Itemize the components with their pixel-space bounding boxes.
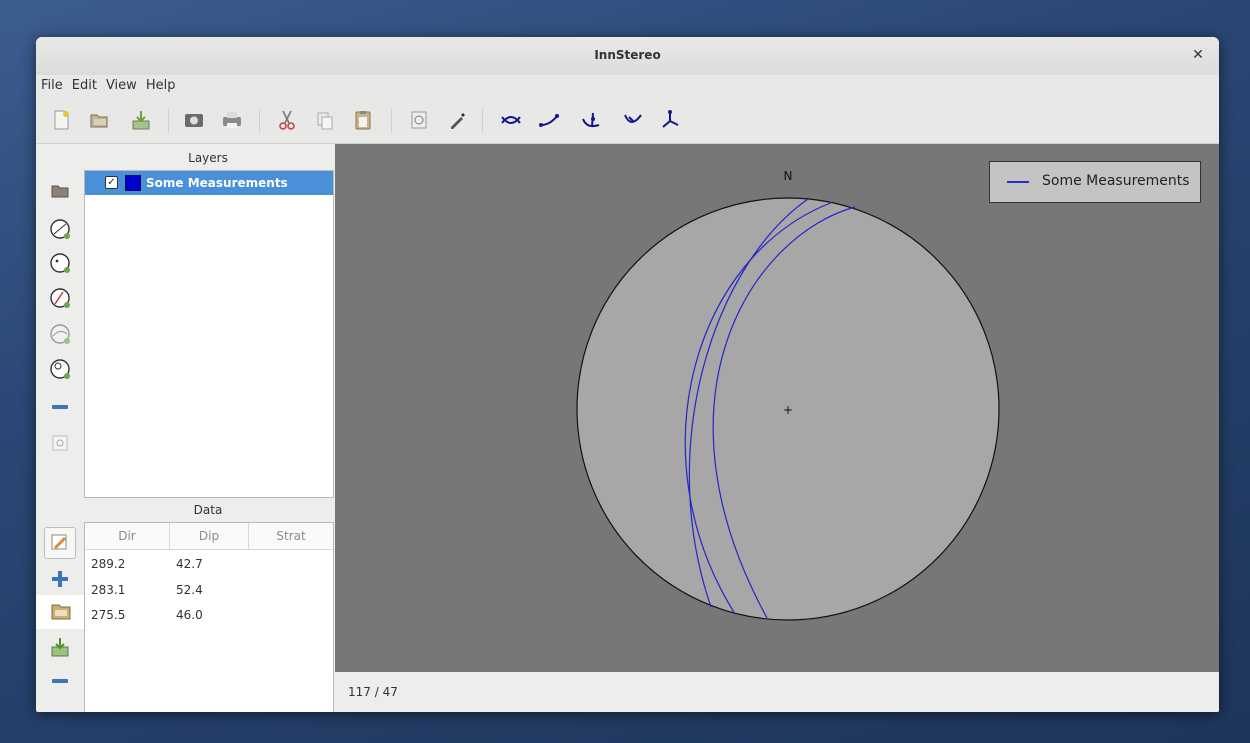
data-title: Data: [193, 503, 223, 517]
legend: Some Measurements: [989, 161, 1201, 203]
layers-list[interactable]: ✓ Some Measurements: [84, 170, 334, 498]
best-fit-line-icon: [539, 114, 559, 127]
mean-vector-button[interactable]: [579, 107, 605, 133]
layer-properties-button[interactable]: [406, 107, 432, 133]
add-eigenvector-layer-button[interactable]: [46, 320, 74, 348]
best-fit-plane-icon: [501, 116, 521, 124]
column-header-dip[interactable]: Dip: [170, 523, 249, 550]
paste-icon: [355, 111, 371, 130]
add-smallcircle-layer-button[interactable]: [46, 284, 74, 312]
rotate-icon: [624, 114, 642, 123]
add-eigenvector-layer-icon: [50, 324, 70, 344]
table-cell-dir[interactable]: 283.1: [91, 583, 125, 597]
paste-button[interactable]: [350, 107, 376, 133]
toolbar: [36, 99, 1219, 144]
new-file-button[interactable]: [48, 107, 74, 133]
status-bar: 117 / 47: [335, 672, 1219, 712]
toolbar-separator: [391, 109, 392, 133]
cut-icon: [279, 110, 295, 130]
cursor-coordinates: 117 / 47: [348, 685, 398, 699]
window-title: InnStereo: [594, 48, 661, 62]
add-faultplane-layer-icon: [50, 288, 70, 308]
copy-button[interactable]: [312, 107, 338, 133]
legend-label: Some Measurements: [1042, 173, 1190, 189]
import-icon: [132, 111, 150, 130]
add-row-button[interactable]: [46, 565, 74, 593]
import-icon: [51, 638, 69, 657]
column-header-strat[interactable]: Strat: [249, 523, 333, 550]
layer-properties-icon: [411, 111, 427, 129]
add-line-layer-button[interactable]: [46, 249, 74, 277]
open-folder-icon: [51, 604, 71, 620]
table-cell-dip[interactable]: 46.0: [176, 608, 203, 622]
layer-checkbox[interactable]: ✓: [105, 176, 118, 189]
add-circle-layer-icon: [50, 359, 70, 379]
add-plane-layer-icon: [50, 219, 70, 239]
open-folder-icon: [90, 114, 108, 128]
open-folder-button[interactable]: [86, 107, 112, 133]
add-plane-layer-button[interactable]: [46, 215, 74, 243]
menu-help[interactable]: Help: [141, 75, 180, 93]
minus-icon: [52, 679, 68, 683]
cluster-icon: [662, 110, 679, 128]
print-icon: [223, 112, 241, 128]
table-cell-dip[interactable]: 42.7: [176, 557, 203, 571]
stereonet-canvas[interactable]: N + Some Measurements: [335, 144, 1219, 672]
column-header-dir[interactable]: Dir: [85, 523, 170, 550]
close-button[interactable]: ✕: [1189, 46, 1207, 64]
toolbar-separator: [259, 109, 260, 133]
menu-edit[interactable]: Edit: [67, 75, 101, 93]
screenshot-icon: [185, 114, 203, 127]
layer-settings-button[interactable]: [46, 429, 74, 457]
plus-icon: [52, 571, 68, 587]
toolbar-separator: [168, 109, 169, 133]
remove-layer-button[interactable]: [46, 393, 74, 421]
import-button[interactable]: [128, 107, 154, 133]
screenshot-button[interactable]: [181, 107, 207, 133]
layers-title: Layers: [188, 151, 228, 165]
menu-file[interactable]: File: [36, 75, 67, 93]
app-window: InnStereo ✕ File Edit View Help Layers ✓…: [36, 37, 1219, 712]
cluster-button[interactable]: [658, 107, 684, 133]
north-label: N: [784, 169, 793, 183]
best-fit-plane-button[interactable]: [498, 107, 524, 133]
table-cell-dip[interactable]: 52.4: [176, 583, 203, 597]
cut-button[interactable]: [274, 107, 300, 133]
layer-item[interactable]: ✓ Some Measurements: [85, 171, 333, 195]
pencil-icon: [51, 534, 67, 550]
layer-name: Some Measurements: [146, 176, 288, 190]
pick-color-icon: [451, 113, 465, 129]
table-cell-dir[interactable]: 275.5: [91, 608, 125, 622]
print-button[interactable]: [219, 107, 245, 133]
mean-vector-icon: [582, 112, 600, 128]
best-fit-line-button[interactable]: [536, 107, 562, 133]
titlebar[interactable]: InnStereo ✕: [36, 37, 1219, 76]
import-data-button[interactable]: [46, 633, 74, 661]
rotate-button[interactable]: [619, 107, 645, 133]
stereonet-plot[interactable]: N +: [335, 144, 1219, 672]
pick-color-button[interactable]: [444, 107, 470, 133]
new-file-icon: [54, 110, 69, 130]
table-cell-dir[interactable]: 289.2: [91, 557, 125, 571]
edit-data-button[interactable]: [44, 527, 76, 559]
add-layer-folder-button[interactable]: [46, 177, 74, 205]
open-data-button[interactable]: [36, 595, 84, 629]
copy-icon: [317, 112, 333, 130]
menu-view[interactable]: View: [101, 75, 141, 93]
toolbar-separator: [482, 109, 483, 133]
layer-color-swatch[interactable]: [125, 175, 141, 191]
data-table[interactable]: Dir Dip Strat 289.2 42.7 283.1 52.4 275.…: [84, 522, 334, 712]
add-line-layer-icon: [50, 253, 70, 273]
menubar: File Edit View Help: [36, 75, 1219, 99]
close-icon: ✕: [1192, 47, 1204, 63]
center-marker: +: [783, 403, 793, 417]
folder-icon: [51, 185, 69, 198]
legend-line-swatch: [1007, 181, 1029, 183]
remove-row-button[interactable]: [46, 667, 74, 695]
layer-settings-icon: [52, 435, 68, 451]
add-circle-layer-button[interactable]: [46, 355, 74, 383]
minus-icon: [52, 405, 68, 409]
